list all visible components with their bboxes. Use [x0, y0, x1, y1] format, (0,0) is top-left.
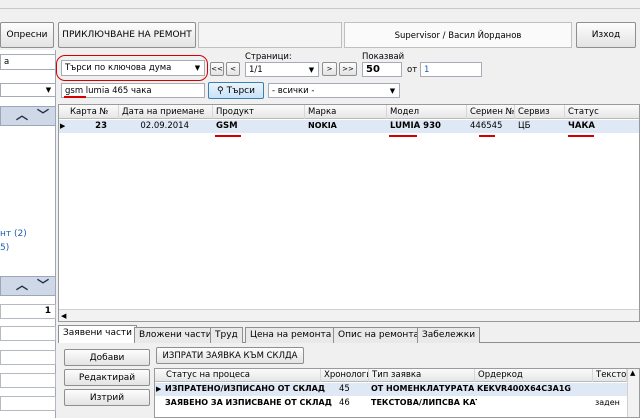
col-header-date[interactable]: Дата на приемане: [119, 105, 213, 119]
tab-repair-description[interactable]: Опис на ремонта: [333, 327, 425, 343]
tab-repair-price[interactable]: Цена на ремонта: [245, 327, 337, 343]
filter-value: - всички -: [272, 85, 315, 96]
parts-col-status[interactable]: Статус на процеса: [163, 369, 321, 382]
part-type: ОТ НОМЕНКЛАТУРАТА: [371, 384, 475, 393]
parts-vscrollbar[interactable]: ▲: [627, 369, 639, 417]
pages-label: Страници:: [245, 52, 292, 62]
parts-grid: Статус на процеса Хронология Тип заявка …: [154, 368, 640, 418]
col-header-model[interactable]: Модел: [387, 105, 467, 119]
toolbar-spacer: [198, 22, 342, 48]
first-page-button[interactable]: <<: [210, 62, 224, 76]
grid-header: Карта № Дата на приемане Продукт Марка М…: [59, 105, 639, 119]
cell-product: GSM: [216, 121, 238, 131]
prev-page-button[interactable]: <: [226, 62, 240, 76]
cell-card: 23: [95, 121, 107, 131]
total-count-field: 1: [420, 62, 482, 77]
grid-scrollbar[interactable]: ◀: [59, 309, 639, 321]
add-part-button[interactable]: Добави: [64, 349, 150, 366]
cell-model: LUMIA 930: [390, 121, 441, 131]
parts-col-text[interactable]: Тексто: [593, 369, 627, 382]
model-underline: [389, 135, 417, 137]
parts-grid-header: Статус на процеса Хронология Тип заявка …: [155, 369, 639, 382]
col-header-serial[interactable]: Сериен №: [467, 105, 515, 119]
col-header-service[interactable]: Сервиз: [515, 105, 565, 119]
next-page-button[interactable]: >: [322, 62, 337, 76]
left-link-2[interactable]: 5): [0, 243, 9, 253]
last-page-button[interactable]: >>: [339, 62, 357, 76]
edit-part-button[interactable]: Редактирай: [64, 369, 150, 386]
status-underline: [568, 135, 594, 137]
part-history: 46: [339, 398, 350, 408]
page-value: 1/1: [249, 64, 263, 75]
part-status: ИЗПРАТЕНО/ИЗПИСАНО ОТ СКЛАД: [165, 384, 325, 393]
row-marker-icon: ▶: [60, 122, 66, 130]
exit-button[interactable]: Изход: [576, 22, 636, 48]
table-row[interactable]: ЗАЯВЕНО ЗА ИЗПИСВАНЕ ОТ СКЛАД 46 ТЕКСТОВ…: [155, 397, 627, 410]
chevron-down-icon[interactable]: ▼: [305, 63, 318, 76]
serial-underline: [479, 135, 495, 137]
chevron-down-icon[interactable]: ▼: [386, 84, 399, 97]
part-text: заден: [595, 398, 620, 407]
cell-date: 02.09.2014: [140, 121, 189, 131]
col-header-brand[interactable]: Марка: [305, 105, 387, 119]
orders-grid: Карта № Дата на приемане Продукт Марка М…: [58, 104, 640, 322]
table-row[interactable]: ▶ ИЗПРАТЕНО/ИЗПИСАНО ОТ СКЛАД 45 ОТ НОМЕ…: [155, 383, 627, 396]
cell-brand: NOKIA: [308, 121, 337, 130]
from-label: от: [407, 65, 418, 75]
show-count-input[interactable]: 50: [362, 62, 402, 77]
left-link-1[interactable]: нт (2): [0, 229, 27, 239]
user-label: Supervisor / Васил Йорданов: [344, 22, 572, 48]
cell-service: ЦБ: [518, 121, 531, 131]
col-header-product[interactable]: Продукт: [213, 105, 305, 119]
chevron-down-icon[interactable]: ▼: [191, 61, 204, 75]
parts-col-type[interactable]: Тип заявка: [369, 369, 475, 382]
filter-select[interactable]: - всички - ▼: [268, 83, 400, 98]
part-ordercode: KEKVR400X64C3A1G: [477, 384, 571, 393]
tab-labor[interactable]: Труд: [210, 327, 243, 343]
row-marker-icon: ▶: [156, 385, 162, 393]
finish-repair-button[interactable]: ПРИКЛЮЧВАНЕ НА РЕМОНТ: [58, 22, 196, 48]
left-field-1[interactable]: 1: [0, 304, 56, 319]
left-field-2[interactable]: [0, 326, 56, 341]
scroll-up-icon[interactable]: ▲: [630, 369, 635, 377]
col-header-status[interactable]: Статус: [565, 105, 639, 119]
tab-requested-parts[interactable]: Заявени части: [58, 325, 138, 343]
send-request-button[interactable]: ИЗПРАТИ ЗАЯВКА КЪМ СКЛДА: [156, 347, 304, 364]
show-label: Показвай: [362, 52, 405, 62]
expand-down-icon[interactable]: ﹀: [37, 109, 49, 121]
search-mode-select[interactable]: Търси по ключова дума ▼: [61, 60, 205, 76]
left-field-4[interactable]: [0, 373, 56, 388]
left-counter: 1: [44, 306, 51, 316]
search-mode-value: Търси по ключова дума: [65, 63, 172, 73]
scroll-left-icon[interactable]: ◀: [61, 310, 66, 322]
collapse-up-icon[interactable]: ︿: [16, 279, 28, 291]
parts-col-history[interactable]: Хронология: [321, 369, 369, 382]
cell-status: ЧАКА: [568, 121, 595, 131]
chevron-down-icon[interactable]: ▼: [42, 84, 55, 96]
cell-serial: 446545: [470, 121, 503, 131]
table-row[interactable]: ▶ 23 02.09.2014 GSM NOKIA LUMIA 930 4465…: [59, 120, 639, 133]
collapse-up-icon[interactable]: ︿: [16, 109, 28, 121]
left-combo[interactable]: ▼: [0, 83, 56, 97]
expand-down-icon[interactable]: ﹀: [37, 279, 49, 291]
search-button[interactable]: ⚲ Търси: [208, 82, 264, 99]
top-border-line: [0, 8, 640, 9]
tab-installed-parts[interactable]: Вложени части: [134, 327, 217, 343]
left-field-3[interactable]: [0, 350, 56, 365]
search-icon: ⚲: [217, 85, 224, 96]
parts-col-ordercode[interactable]: Ордеркод: [475, 369, 593, 382]
col-header-card[interactable]: Карта №: [67, 105, 119, 119]
product-underline: [215, 135, 241, 137]
left-top-field[interactable]: а: [0, 54, 56, 70]
tab-notes[interactable]: Забележки: [417, 327, 481, 343]
part-status: ЗАЯВЕНО ЗА ИЗПИСВАНЕ ОТ СКЛАД: [165, 398, 332, 407]
search-button-label: Търси: [226, 85, 255, 96]
part-history: 45: [339, 384, 350, 394]
part-type: ТЕКСТОВА/ЛИПСВА КАТ: [371, 398, 477, 407]
page-select[interactable]: 1/1 ▼: [245, 62, 319, 77]
left-field-5[interactable]: [0, 396, 56, 411]
delete-part-button[interactable]: Изтрий: [64, 389, 150, 406]
refresh-button[interactable]: Опресни: [0, 22, 54, 48]
query-underline: [64, 96, 86, 98]
